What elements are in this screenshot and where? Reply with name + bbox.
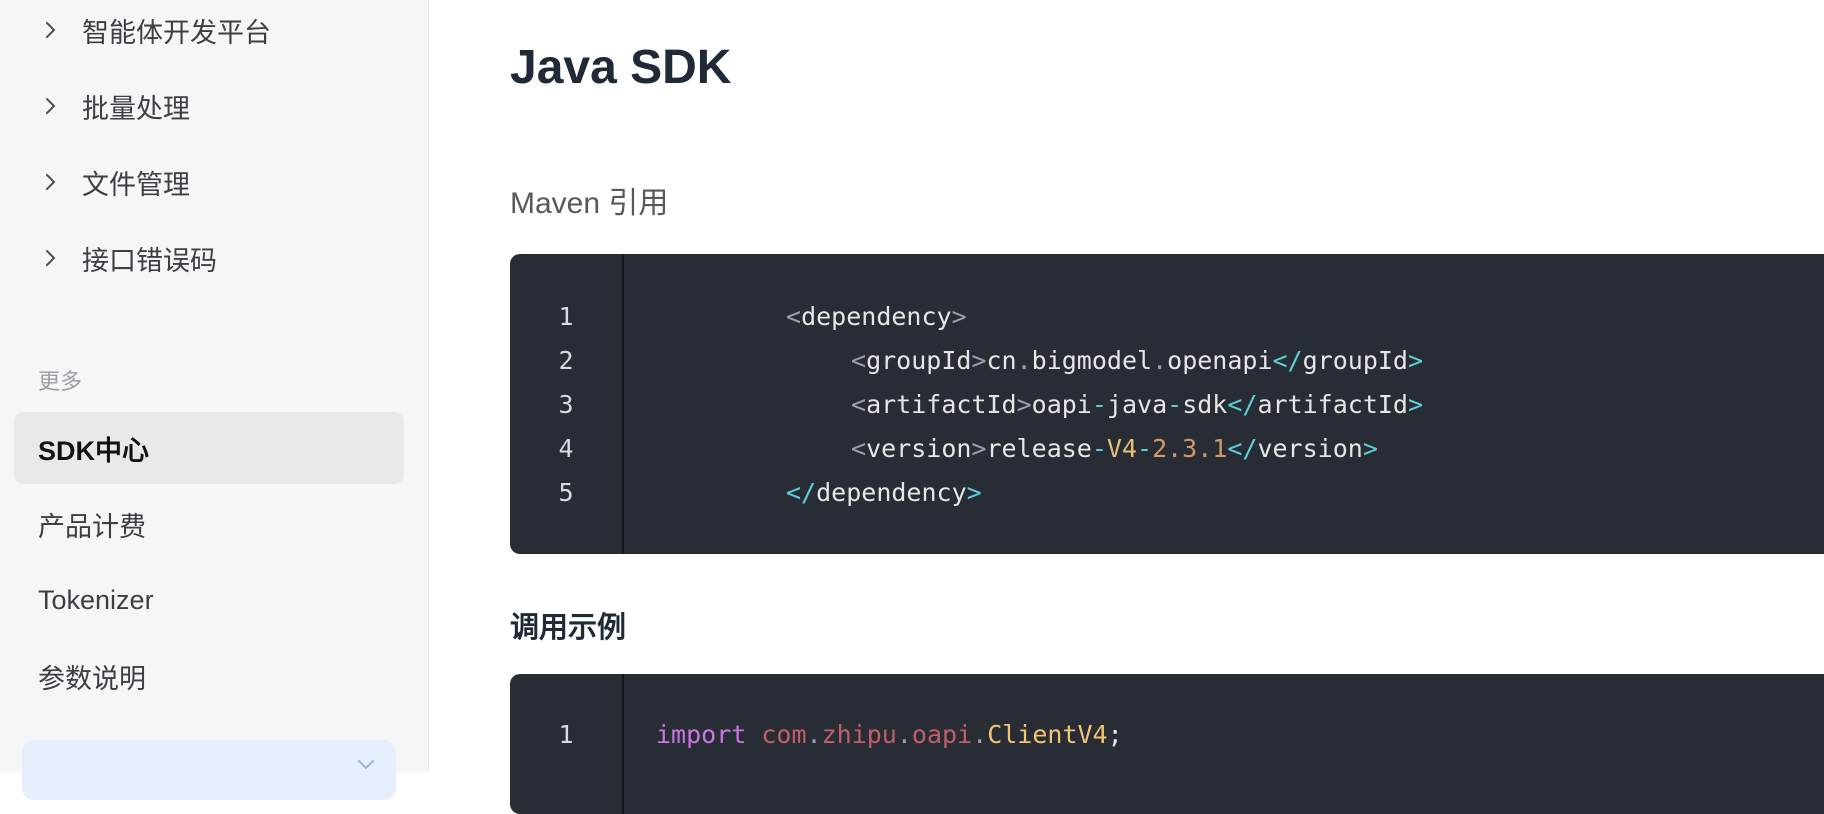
main-content: Java SDK Maven 引用 1 2 3 4 5 <dependency>… (430, 0, 1824, 814)
code-token: > (1407, 346, 1424, 375)
chevron-right-icon (46, 174, 56, 190)
code-token: > (1407, 390, 1424, 419)
sidebar-item-parameters[interactable]: 参数说明 (14, 640, 404, 712)
code-token: </ (1272, 346, 1303, 375)
sidebar: 智能体开发平台 批量处理 文件管理 接口错误码 更多 SDK中心 产品计费 To… (0, 0, 429, 800)
code-token: - (1137, 434, 1153, 463)
sidebar-section-label: 更多 (38, 369, 83, 394)
code-line: <artifactId>oapi-java-sdk</artifactId> (851, 390, 1423, 419)
code-token: artifactId (1257, 390, 1408, 419)
line-number-gutter: 1 (510, 674, 624, 814)
chevron-right-icon (46, 250, 56, 266)
code-token: > (971, 346, 987, 375)
code-token: </ (1227, 434, 1258, 463)
code-line: import com.zhipu.oapi.ClientV4; (656, 720, 1123, 749)
code-token: version (1257, 434, 1363, 463)
code-token: </ (786, 478, 817, 507)
code-token: > (951, 302, 967, 331)
page-title: Java SDK (510, 41, 732, 94)
sidebar-group-label: 文件管理 (82, 169, 190, 200)
line-number: 4 (558, 434, 574, 463)
code-line: <version>release-V4-2.3.1</version> (851, 434, 1378, 463)
chevron-right-icon (46, 98, 56, 114)
code-token: import (656, 720, 747, 749)
sidebar-item-label: SDK中心 (38, 435, 150, 466)
code-token: > (1362, 434, 1378, 463)
code-token: version (866, 434, 972, 463)
sidebar-item-label: 参数说明 (38, 663, 146, 694)
code-token: artifactId (866, 390, 1017, 419)
code-token: < (851, 346, 867, 375)
code-token: dependency (816, 478, 967, 507)
chevron-down-icon (358, 760, 374, 770)
code-token: bigmodel (1031, 346, 1153, 375)
code-token: - (1091, 434, 1107, 463)
maven-heading: Maven 引用 (510, 187, 669, 220)
code-token: ClientV4 (987, 720, 1108, 749)
code-token: openapi (1167, 346, 1273, 375)
sidebar-item-tokenizer[interactable]: Tokenizer (14, 564, 404, 636)
line-number: 1 (558, 302, 574, 331)
sidebar-group-files[interactable]: 文件管理 (0, 152, 429, 212)
example-code-block[interactable]: 1 import com.zhipu.oapi.ClientV4; (510, 674, 1824, 814)
code-token: com (761, 720, 807, 749)
code-token: </ (1227, 390, 1258, 419)
sidebar-group-error-codes[interactable]: 接口错误码 (0, 228, 429, 288)
code-token: - (1167, 390, 1183, 419)
code-token: oapi (911, 720, 973, 749)
code-token: > (966, 478, 982, 507)
chevron-right-icon (46, 22, 56, 38)
code-line: <dependency> (786, 302, 967, 331)
code-token: - (1091, 390, 1107, 419)
code-token: . (806, 720, 822, 749)
code-token: > (1016, 390, 1032, 419)
sidebar-item-label: Tokenizer (38, 584, 154, 615)
line-number: 5 (558, 478, 574, 507)
sidebar-group-label: 智能体开发平台 (82, 17, 271, 48)
sidebar-group-batch[interactable]: 批量处理 (0, 76, 429, 136)
code-token: java (1106, 390, 1168, 419)
example-heading: 调用示例 (510, 612, 627, 644)
line-number: 3 (558, 390, 574, 419)
code-token: < (786, 302, 802, 331)
code-token: . (1016, 346, 1032, 375)
sidebar-group-agent-platform[interactable]: 智能体开发平台 (0, 0, 429, 60)
line-number-gutter: 1 2 3 4 5 (510, 254, 624, 554)
code-token: oapi (1031, 390, 1092, 419)
promo-card[interactable] (22, 740, 396, 800)
code-token: groupId (866, 346, 972, 375)
code-token: cn (986, 346, 1017, 375)
code-token: release (986, 434, 1092, 463)
code-token: sdk (1182, 390, 1228, 419)
code-line: </dependency> (786, 478, 982, 507)
code-token: . (896, 720, 912, 749)
code-line: <groupId>cn.bigmodel.openapi</groupId> (851, 346, 1423, 375)
code-token: groupId (1302, 346, 1408, 375)
sidebar-group-label: 批量处理 (82, 93, 190, 124)
code-token: V4 (1106, 434, 1138, 463)
code-token: . (972, 720, 988, 749)
code-token: < (851, 390, 867, 419)
code-token: ; (1107, 720, 1123, 749)
code-token: dependency (801, 302, 952, 331)
line-number: 2 (558, 346, 574, 375)
code-token: > (971, 434, 987, 463)
sidebar-item-sdk-center[interactable]: SDK中心 (14, 412, 404, 484)
maven-code-block[interactable]: 1 2 3 4 5 <dependency> <groupId>cn.bigmo… (510, 254, 1824, 554)
sidebar-group-label: 接口错误码 (82, 245, 217, 276)
sidebar-item-pricing[interactable]: 产品计费 (14, 488, 404, 560)
code-token: < (851, 434, 867, 463)
code-token: . (1152, 346, 1168, 375)
line-number: 1 (558, 720, 574, 749)
sidebar-item-label: 产品计费 (38, 511, 146, 542)
code-token: 2.3.1 (1152, 434, 1228, 463)
code-token: zhipu (821, 720, 897, 749)
